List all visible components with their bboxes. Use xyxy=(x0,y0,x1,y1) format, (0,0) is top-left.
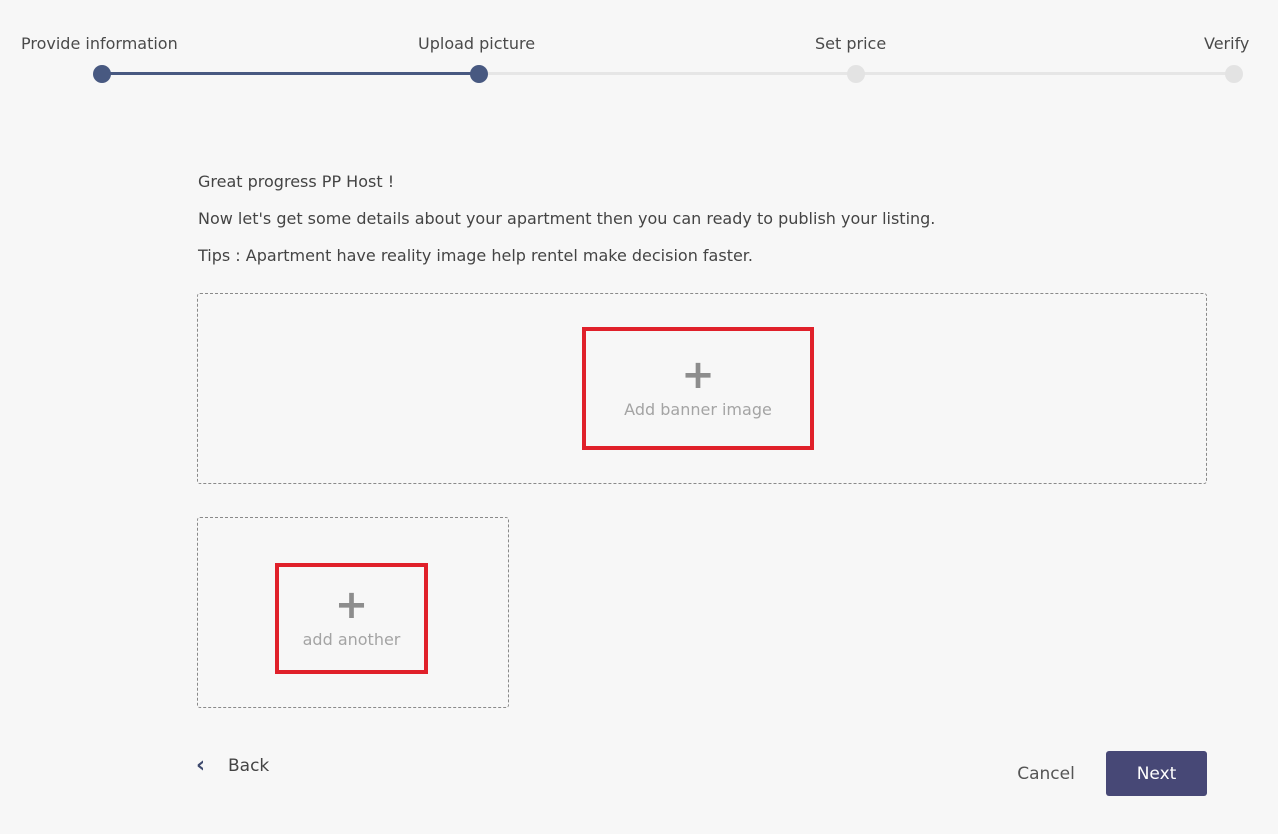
next-button[interactable]: Next xyxy=(1106,751,1207,796)
listing-wizard-page: Provide information Upload picture Set p… xyxy=(0,0,1278,834)
step-label-verify: Verify xyxy=(1204,34,1250,53)
plus-icon: + xyxy=(681,351,715,398)
plus-icon: + xyxy=(334,581,369,628)
tips-text: Tips : Apartment have reality image help… xyxy=(198,246,753,265)
step-label-upload-picture: Upload picture xyxy=(418,34,536,53)
step-dot-set-price[interactable] xyxy=(847,65,865,83)
add-another-image-button[interactable]: + add another xyxy=(275,563,428,674)
back-button[interactable]: ‹ Back xyxy=(196,754,269,778)
step-label-provide-information: Provide information xyxy=(21,34,178,53)
stepper-track-completed xyxy=(102,72,479,75)
step-dot-verify[interactable] xyxy=(1225,65,1243,83)
add-banner-image-label: Add banner image xyxy=(624,399,772,419)
back-label: Back xyxy=(228,756,270,776)
step-label-set-price: Set price xyxy=(815,34,887,53)
progress-stepper: Provide information Upload picture Set p… xyxy=(0,0,1278,90)
greeting-text: Great progress PP Host ! xyxy=(198,172,395,191)
cancel-button[interactable]: Cancel xyxy=(1002,762,1090,786)
step-dot-provide-information[interactable] xyxy=(93,65,111,83)
step-dot-upload-picture[interactable] xyxy=(470,65,488,83)
add-another-label: add another xyxy=(302,629,401,649)
details-text: Now let's get some details about your ap… xyxy=(198,209,936,228)
add-banner-image-button[interactable]: + Add banner image xyxy=(582,327,814,450)
intro-text: Great progress PP Host ! Now let's get s… xyxy=(198,171,1208,282)
chevron-left-icon: ‹ xyxy=(196,753,206,778)
